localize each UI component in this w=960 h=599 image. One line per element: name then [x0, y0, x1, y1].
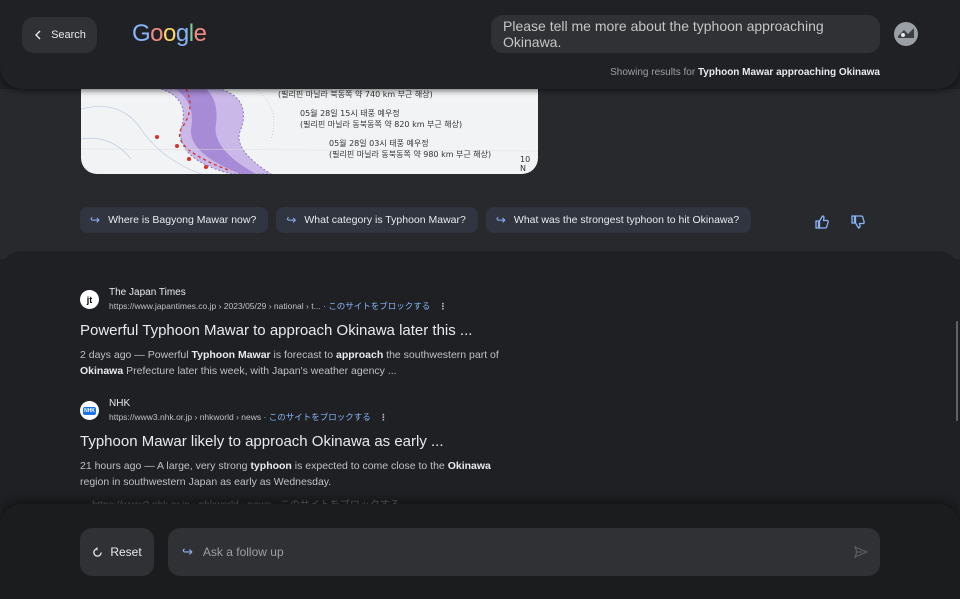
typhoon-track-map[interactable]: (필리핀 마닐라 북동쪽 약 740 km 부근 해상) 05월 28일 15시… — [81, 89, 538, 174]
follow-up-arrow-icon: ↪ — [182, 544, 193, 559]
map-label: 05월 28일 15시 태풍 예우정 — [300, 109, 400, 118]
map-label: 05월 28일 03시 태풍 예우정 — [329, 139, 429, 148]
related-question-chip[interactable]: ↪ What category is Typhoon Mawar? — [276, 207, 478, 233]
back-to-search-button[interactable]: Search — [22, 17, 97, 53]
more-options-icon[interactable]: ⋮ — [439, 301, 448, 311]
ask-follow-up-field[interactable]: ↪ — [168, 528, 880, 576]
more-options-icon[interactable]: ⋮ — [379, 412, 388, 422]
thumbs-up-icon[interactable] — [814, 214, 830, 230]
map-label: (필리핀 마닐라 동북동쪽 약 820 km 부근 해상) — [300, 120, 463, 129]
related-question-chip[interactable]: ↪ Where is Bagyong Mawar now? — [80, 207, 269, 233]
map-label: 10 N — [520, 155, 531, 173]
block-site-link[interactable]: このサイトをブロックする — [328, 301, 430, 311]
related-questions: ↪ Where is Bagyong Mawar now? ↪ What cat… — [80, 207, 752, 233]
site-url: https://www.japantimes.co.jp › 2023/05/2… — [109, 300, 447, 312]
related-question-chip[interactable]: ↪ What was the strongest typhoon to hit … — [485, 207, 752, 233]
site-favicon-icon: jt — [80, 290, 99, 309]
follow-up-arrow-icon: ↪ — [286, 213, 297, 227]
follow-up-input[interactable] — [202, 545, 823, 559]
follow-up-arrow-icon: ↪ — [90, 213, 101, 227]
block-site-link[interactable]: このサイトをブロックする — [269, 412, 371, 422]
top-bar: Search Google Please tell me more about … — [0, 0, 960, 89]
favicon-text: NHK — [83, 406, 96, 415]
ai-overview-section: (필리핀 마닐라 북동쪽 약 740 km 부근 해상) 05월 28일 15시… — [0, 89, 960, 259]
result-title-link[interactable]: Typhoon Mawar likely to approach Okinawa… — [80, 433, 520, 450]
site-url: https://www3.nhk.or.jp › nhkworld › news… — [109, 411, 388, 423]
chip-label: What category is Typhoon Mawar? — [304, 214, 466, 226]
avatar[interactable] — [894, 22, 918, 46]
site-name[interactable]: NHK — [109, 398, 388, 409]
google-logo[interactable]: Google — [132, 20, 207, 48]
url-text[interactable]: https://www3.nhk.or.jp › nhkworld › news… — [109, 412, 266, 422]
showing-prefix: Showing results for — [610, 67, 696, 78]
map-label: (필리핀 마닐라 동북동쪽 약 980 km 부근 해상) — [329, 150, 492, 159]
thumbs-down-icon[interactable] — [850, 214, 866, 230]
reset-label: Reset — [110, 545, 142, 559]
result-title-link[interactable]: Powerful Typhoon Mawar to approach Okina… — [80, 322, 520, 339]
scrollbar[interactable] — [956, 321, 958, 421]
showing-results-for: Showing results for Typhoon Mawar approa… — [610, 67, 880, 78]
back-label: Search — [51, 29, 86, 41]
query-display[interactable]: Please tell me more about the typhoon ap… — [491, 15, 880, 53]
result-snippet: 2 days ago — Powerful Typhoon Mawar is f… — [80, 349, 499, 377]
url-text[interactable]: https://www.japantimes.co.jp › 2023/05/2… — [109, 301, 326, 311]
result-snippet: 21 hours ago — A large, very strong typh… — [80, 460, 491, 488]
search-result: jt The Japan Times https://www.japantime… — [80, 287, 520, 379]
chip-label: What was the strongest typhoon to hit Ok… — [513, 214, 740, 226]
showing-query[interactable]: Typhoon Mawar approaching Okinawa — [698, 67, 880, 78]
site-name[interactable]: The Japan Times — [109, 287, 447, 298]
reset-button[interactable]: Reset — [80, 528, 154, 576]
map-label: (필리핀 마닐라 북동쪽 약 740 km 부근 해상) — [278, 90, 433, 99]
reset-icon — [93, 546, 103, 557]
send-icon[interactable] — [854, 545, 868, 559]
site-favicon-icon: NHK — [80, 401, 99, 420]
chevron-left-icon — [35, 30, 41, 40]
follow-up-bar: Reset ↪ — [0, 504, 960, 599]
search-result: NHK NHK https://www3.nhk.or.jp › nhkworl… — [80, 398, 520, 490]
follow-up-arrow-icon: ↪ — [495, 213, 506, 227]
chip-label: Where is Bagyong Mawar now? — [108, 214, 257, 226]
